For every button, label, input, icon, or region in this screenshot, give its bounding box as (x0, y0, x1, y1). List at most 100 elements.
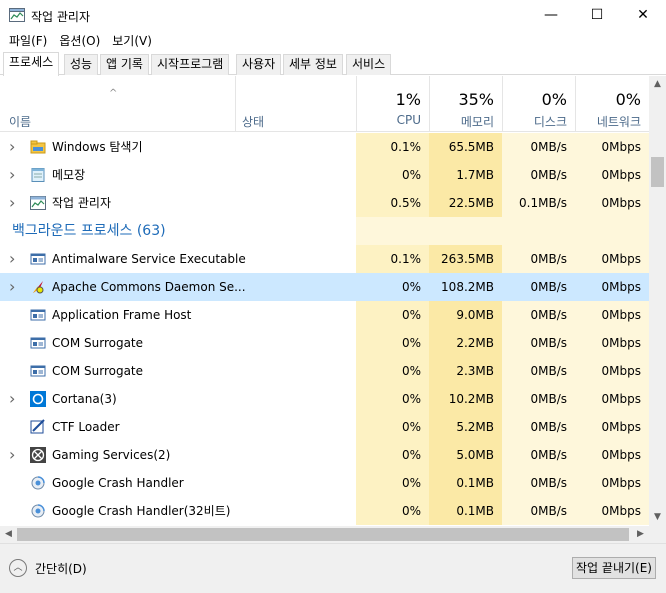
tab-services[interactable]: 서비스 (346, 54, 392, 75)
process-name: Google Crash Handler (52, 476, 184, 490)
cpu-value: 0.5% (356, 189, 429, 217)
chevron-right-icon[interactable]: › (9, 385, 15, 413)
close-button[interactable]: ✕ (620, 0, 666, 30)
google-crash-icon (30, 503, 46, 519)
chevron-right-icon[interactable]: › (9, 161, 15, 189)
memory-value: 22.5MB (429, 189, 502, 217)
process-name: Gaming Services(2) (52, 448, 171, 462)
scroll-down-icon[interactable]: ▼ (649, 509, 666, 526)
menu-options[interactable]: 옵션(O) (53, 31, 106, 51)
tab-processes[interactable]: 프로세스 (3, 52, 60, 76)
process-row[interactable]: Google Crash Handler(32비트) 0% 0.1MB 0MB/s 0M… (0, 497, 649, 525)
column-header-memory[interactable]: 35% 메모리 (429, 76, 502, 132)
process-table: ^ 이름 상태 1% CPU 35% 메모리 0% 디스크 0% 네트워크 › W… (0, 76, 666, 526)
scroll-thumb[interactable] (651, 157, 664, 187)
process-row[interactable]: › 작업 관리자 0.5% 22.5MB 0.1MB/s 0Mbps (0, 189, 649, 217)
memory-value: 5.0MB (429, 441, 502, 469)
chevron-right-icon[interactable]: › (9, 133, 15, 161)
network-value: 0Mbps (575, 161, 649, 189)
process-name: Cortana(3) (52, 392, 117, 406)
chevron-right-icon[interactable]: › (9, 189, 15, 217)
tab-users[interactable]: 사용자 (236, 54, 282, 75)
horizontal-scrollbar[interactable]: ◀ ▶ (0, 526, 649, 543)
minimize-button[interactable]: — (528, 0, 574, 30)
chevron-up-icon: ︿ (9, 559, 27, 577)
column-header-cpu[interactable]: 1% CPU (356, 76, 429, 132)
ctf-loader-icon (30, 419, 46, 435)
scrollbar-corner (649, 526, 666, 543)
cpu-value: 0% (401, 280, 421, 294)
tab-app-history[interactable]: 앱 기록 (100, 54, 149, 75)
notepad-icon (30, 167, 46, 183)
network-value: 0Mbps (601, 280, 641, 294)
column-header-status[interactable]: 상태 (235, 76, 356, 132)
scroll-right-icon[interactable]: ▶ (632, 526, 649, 543)
menu-file[interactable]: 파일(F) (3, 31, 53, 51)
column-header-disk[interactable]: 0% 디스크 (502, 76, 575, 132)
process-row[interactable]: › 메모장 0% 1.7MB 0MB/s 0Mbps (0, 161, 649, 189)
network-value: 0Mbps (575, 441, 649, 469)
process-row[interactable]: Application Frame Host 0% 9.0MB 0MB/s 0Mbps (0, 301, 649, 329)
service-icon (30, 251, 46, 267)
process-row[interactable]: COM Surrogate 0% 2.3MB 0MB/s 0Mbps (0, 357, 649, 385)
minimize-icon: — (544, 7, 558, 23)
disk-value: 0MB/s (502, 469, 575, 497)
vertical-scrollbar[interactable]: ▲ ▼ (649, 76, 666, 526)
memory-value: 263.5MB (429, 245, 502, 273)
fewer-details-button[interactable]: ︿ 간단히(D) (9, 559, 87, 577)
cpu-value: 0.1% (356, 133, 429, 161)
process-row[interactable]: › Gaming Services(2) 0% 5.0MB 0MB/s 0Mbps (0, 441, 649, 469)
disk-value: 0MB/s (502, 161, 575, 189)
process-row[interactable]: › Windows 탐색기 0.1% 65.5MB 0MB/s 0Mbps (0, 133, 649, 161)
disk-value: 0MB/s (502, 301, 575, 329)
cpu-total: 1% (395, 90, 421, 109)
group-header-row[interactable]: 백그라운드 프로세스 (63) (0, 217, 649, 245)
menu-view[interactable]: 보기(V) (106, 31, 158, 51)
chevron-right-icon[interactable]: › (9, 245, 15, 273)
cpu-value: 0% (356, 469, 429, 497)
tab-performance[interactable]: 성능 (64, 54, 99, 75)
maximize-button[interactable]: ☐ (574, 0, 620, 30)
column-header-network[interactable]: 0% 네트워크 (575, 76, 649, 132)
memory-value: 65.5MB (429, 133, 502, 161)
explorer-icon (30, 139, 46, 155)
scroll-up-icon[interactable]: ▲ (649, 76, 666, 93)
cpu-value: 0% (356, 441, 429, 469)
memory-value: 0.1MB (429, 469, 502, 497)
process-row[interactable]: COM Surrogate 0% 2.2MB 0MB/s 0Mbps (0, 329, 649, 357)
cortana-icon (30, 391, 46, 407)
column-header-name[interactable]: 이름 (9, 113, 31, 130)
network-total: 0% (615, 90, 641, 109)
process-row[interactable]: CTF Loader 0% 5.2MB 0MB/s 0Mbps (0, 413, 649, 441)
service-icon (30, 307, 46, 323)
process-row[interactable]: › Antimalware Service Executable 0.1% 263.5… (0, 245, 649, 273)
memory-value: 2.3MB (429, 357, 502, 385)
tab-details[interactable]: 세부 정보 (283, 54, 343, 75)
network-value: 0Mbps (575, 413, 649, 441)
table-body: › Windows 탐색기 0.1% 65.5MB 0MB/s 0Mbps › 메모장 0% 1.… (0, 133, 649, 526)
cpu-label: CPU (396, 113, 421, 127)
disk-value: 0MB/s (502, 329, 575, 357)
scroll-left-icon[interactable]: ◀ (0, 526, 17, 543)
process-name: Application Frame Host (52, 308, 192, 322)
process-row[interactable]: › Cortana(3) 0% 10.2MB 0MB/s 0Mbps (0, 385, 649, 413)
memory-value: 10.2MB (429, 385, 502, 413)
hscroll-thumb[interactable] (17, 528, 629, 541)
tab-startup[interactable]: 시작프로그램 (151, 54, 230, 75)
fewer-details-label: 간단히(D) (35, 561, 87, 576)
process-row[interactable]: Google Crash Handler 0% 0.1MB 0MB/s 0Mbps (0, 469, 649, 497)
disk-value: 0.1MB/s (502, 189, 575, 217)
cpu-value: 0% (356, 497, 429, 525)
network-value: 0Mbps (575, 245, 649, 273)
disk-total: 0% (541, 90, 567, 109)
end-task-button[interactable]: 작업 끝내기(E) (572, 557, 656, 579)
chevron-right-icon[interactable]: › (9, 441, 15, 469)
chevron-right-icon[interactable]: › (9, 273, 15, 301)
process-name: Apache Commons Daemon Se... (52, 280, 246, 294)
disk-value: 0MB/s (502, 357, 575, 385)
memory-value: 108.2MB (441, 280, 494, 294)
memory-value: 5.2MB (429, 413, 502, 441)
process-name: Google Crash Handler(32비트) (52, 504, 231, 518)
network-label: 네트워크 (596, 115, 641, 129)
process-row[interactable]: › Apache Commons Daemon Se... 0% 108.2MB 0MB… (0, 273, 649, 301)
